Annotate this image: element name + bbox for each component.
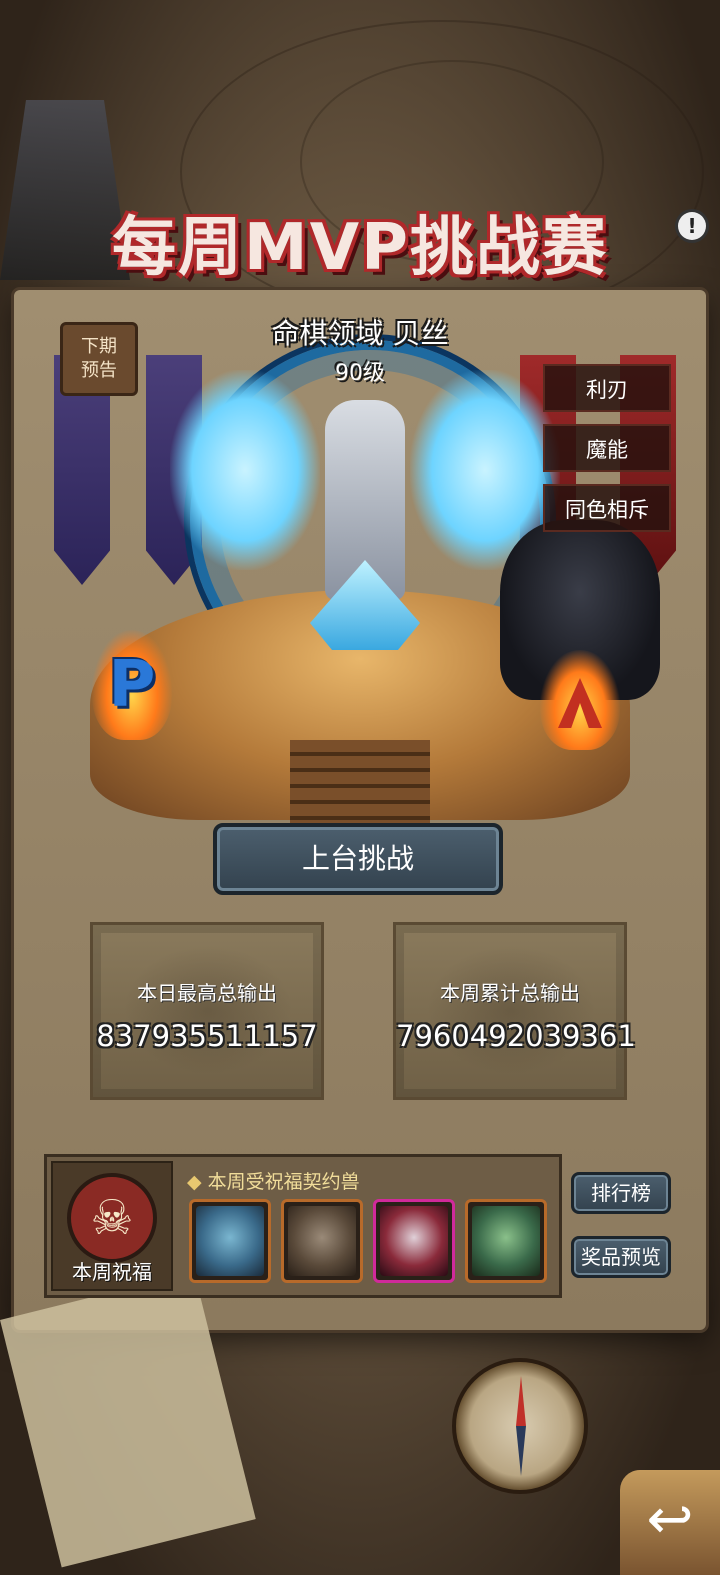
weekly-blessing-label: 本周祝福: [72, 1260, 152, 1284]
a-flag: [540, 650, 620, 750]
winged-emblem-icon: [426, 945, 596, 1075]
pet-slot-4[interactable]: [465, 1199, 547, 1283]
trait-tag-magic[interactable]: 魔能: [543, 424, 671, 472]
p-flag: P: [92, 630, 172, 740]
compass-needle-icon: [516, 1376, 526, 1476]
hero-figure[interactable]: [170, 370, 560, 680]
stat-value: 7960492039361: [396, 1019, 636, 1053]
hero-name: 命棋领域 贝丝: [271, 317, 449, 350]
page-title: 每周MVP挑战赛: [111, 211, 609, 285]
pet-slot-3[interactable]: [373, 1199, 455, 1283]
pet-beast-icon: [288, 1206, 356, 1276]
weekly-blessing-button[interactable]: ☠ 本周祝福: [51, 1161, 173, 1291]
stat-value: 837935511157: [96, 1019, 318, 1053]
skull-icon: ☠: [67, 1173, 157, 1263]
stat-label: 本周累计总输出: [440, 981, 580, 1005]
winged-emblem-icon: [123, 945, 293, 1075]
hero-wing-left: [170, 370, 320, 570]
stage-steps: [290, 740, 430, 830]
ranking-button[interactable]: 排行榜: [571, 1172, 671, 1214]
trait-tag-same-color-repel[interactable]: 同色相斥: [543, 484, 671, 532]
pet-dragon-icon: [380, 1206, 448, 1276]
pet-slot-2[interactable]: [281, 1199, 363, 1283]
blessed-pets-title: ◆ 本周受祝福契约兽: [187, 1167, 360, 1194]
challenge-button[interactable]: 上台挑战: [213, 823, 503, 895]
prize-preview-button[interactable]: 奖品预览: [571, 1236, 671, 1278]
trait-tag-blade[interactable]: 利刃: [543, 364, 671, 412]
pet-plant-goblin-icon: [472, 1206, 540, 1276]
blessed-pets-title-text: 本周受祝福契约兽: [207, 1171, 360, 1193]
p-flag-letter: P: [108, 648, 156, 722]
diamond-icon: ◆: [187, 1171, 202, 1193]
info-icon[interactable]: !: [678, 212, 706, 240]
compass-icon: [452, 1358, 588, 1494]
pet-ghost-witch-icon: [196, 1206, 264, 1276]
blessing-panel: ☠ 本周祝福 ◆ 本周受祝福契约兽: [44, 1154, 562, 1298]
stat-box-weekly-total: 本周累计总输出 7960492039361: [393, 922, 636, 1100]
return-button[interactable]: ↩: [620, 1470, 720, 1575]
stat-label: 本日最高总输出: [137, 981, 277, 1005]
stat-box-daily-best: 本日最高总输出 837935511157: [90, 922, 324, 1100]
pet-slot-1[interactable]: [189, 1199, 271, 1283]
